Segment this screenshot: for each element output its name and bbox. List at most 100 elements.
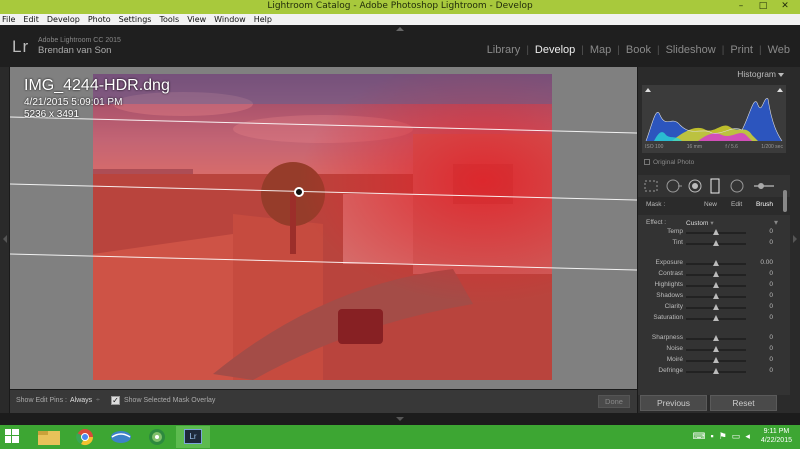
chrome-icon[interactable] [70, 427, 102, 447]
mask-overlay-checkbox[interactable]: ✓ [111, 396, 120, 405]
app-icon[interactable] [142, 427, 174, 447]
show-edit-pins-label: Show Edit Pins : [16, 397, 67, 404]
slider-value[interactable]: 0 [769, 239, 773, 246]
slider-value[interactable]: 0 [769, 228, 773, 235]
collapse-effect-icon[interactable]: ▾ [774, 218, 778, 227]
windows-start-icon[interactable] [4, 428, 36, 448]
slider-knob[interactable] [713, 346, 719, 352]
module-library[interactable]: Library [487, 44, 521, 56]
histogram-header[interactable]: Histogram [638, 67, 790, 83]
effect-section: Effect : Custom ▾ Temp 0 Tint 0 Exposure 0.00… [638, 215, 790, 395]
filmstrip-edge[interactable] [0, 413, 800, 425]
module-map[interactable]: Map [590, 44, 611, 56]
panel-scrollbar[interactable] [783, 190, 787, 212]
done-button[interactable]: Done [598, 395, 630, 408]
original-photo-checkbox[interactable] [644, 159, 650, 165]
module-book[interactable]: Book [626, 44, 651, 56]
spot-removal-tool-icon[interactable] [666, 179, 682, 193]
previous-reset-bar: Previous Reset [638, 395, 790, 413]
right-panel-edge[interactable] [790, 67, 800, 413]
mask-new-button[interactable]: New [704, 201, 717, 208]
image-canvas[interactable]: IMG_4244-HDR.dng 4/21/2015 5:09:01 PM 52… [10, 67, 637, 389]
expand-filmstrip-icon[interactable] [396, 417, 404, 421]
slider-knob[interactable] [713, 304, 719, 310]
file-explorer-icon[interactable] [34, 427, 66, 447]
menu-settings[interactable]: Settings [119, 15, 152, 24]
module-slideshow[interactable]: Slideshow [666, 44, 716, 56]
lightroom-taskbar-button[interactable]: Lr [176, 426, 210, 448]
slider-label: Moiré [666, 356, 683, 363]
collapse-top-panel-icon[interactable] [396, 27, 404, 31]
menu-view[interactable]: View [187, 15, 206, 24]
window-title-bar: Lightroom Catalog - Adobe Photoshop Ligh… [0, 0, 800, 14]
radial-filter-tool-icon[interactable] [730, 179, 744, 193]
original-photo-toggle[interactable]: Original Photo [644, 159, 694, 166]
histogram-graph[interactable] [642, 85, 786, 153]
reset-button[interactable]: Reset [710, 395, 777, 411]
slider-knob[interactable] [713, 315, 719, 321]
slider-knob[interactable] [713, 293, 719, 299]
slider-knob[interactable] [713, 368, 719, 374]
menu-tools[interactable]: Tools [159, 15, 179, 24]
slider-knob[interactable] [713, 271, 719, 277]
slider-value[interactable]: 0.00 [760, 259, 773, 266]
show-edit-pins-select[interactable]: Always [70, 397, 92, 404]
module-separator: | [581, 44, 584, 56]
slider-value[interactable]: 0 [769, 356, 773, 363]
slider-label: Temp [667, 228, 683, 235]
slider-row-contrast: Contrast 0 [638, 269, 790, 280]
menu-edit[interactable]: Edit [23, 15, 39, 24]
module-separator: | [617, 44, 620, 56]
flag-icon[interactable]: ⚑ [719, 431, 727, 442]
mask-edit-button[interactable]: Edit [731, 201, 742, 208]
menu-photo[interactable]: Photo [88, 15, 111, 24]
previous-button[interactable]: Previous [640, 395, 707, 411]
slider-knob[interactable] [713, 229, 719, 235]
slider-value[interactable]: 0 [769, 270, 773, 277]
slider-value[interactable]: 0 [769, 345, 773, 352]
collapse-right-panel-icon[interactable] [793, 235, 797, 243]
display-icon[interactable]: ▭ [732, 431, 741, 442]
slider-value[interactable]: 0 [769, 314, 773, 321]
slider-value[interactable]: 0 [769, 281, 773, 288]
menu-window[interactable]: Window [214, 15, 246, 24]
slider-knob[interactable] [713, 282, 719, 288]
slider-knob[interactable] [713, 357, 719, 363]
red-eye-tool-icon[interactable] [688, 179, 702, 193]
volume-icon[interactable]: ◂ [745, 431, 750, 442]
slider-knob[interactable] [713, 240, 719, 246]
slider-value[interactable]: 0 [769, 334, 773, 341]
shadow-clipping-icon[interactable] [645, 88, 651, 92]
filter-edit-pin[interactable] [294, 187, 304, 197]
module-web[interactable]: Web [768, 44, 790, 56]
network-icon[interactable]: ▪ [711, 431, 714, 441]
photo-dimensions: 5236 x 3491 [24, 109, 80, 120]
menu-help[interactable]: Help [254, 15, 272, 24]
slider-knob[interactable] [713, 335, 719, 341]
effect-preset-select[interactable]: Custom [686, 219, 714, 227]
aperture-value: f / 5.6 [725, 144, 738, 150]
crop-tool-icon[interactable] [644, 180, 658, 192]
module-print[interactable]: Print [730, 44, 753, 56]
menu-file[interactable]: File [2, 15, 15, 24]
graduated-filter-guides[interactable] [10, 67, 637, 389]
maximize-button[interactable]: □ [752, 0, 774, 13]
highlight-clipping-icon[interactable] [777, 88, 783, 92]
slider-value[interactable]: 0 [769, 292, 773, 299]
adjustment-brush-tool-icon[interactable] [752, 181, 776, 191]
keyboard-icon[interactable]: ⌨ [693, 431, 706, 442]
mask-brush-button[interactable]: Brush [756, 201, 773, 208]
graduated-filter-tool-icon[interactable] [710, 178, 720, 194]
menu-develop[interactable]: Develop [47, 15, 80, 24]
expand-left-panel-icon[interactable] [3, 235, 7, 243]
identity-plate: Lr Adobe Lightroom CC 2015 Brendan van S… [0, 25, 800, 67]
clock[interactable]: 9:11 PM 4/22/2015 [761, 427, 792, 445]
slider-knob[interactable] [713, 260, 719, 266]
browser-app-icon[interactable] [106, 427, 138, 447]
minimize-button[interactable]: – [730, 0, 752, 13]
close-button[interactable]: ✕ [774, 0, 796, 13]
module-develop[interactable]: Develop [535, 44, 575, 56]
left-panel-edge[interactable] [0, 67, 9, 413]
slider-value[interactable]: 0 [769, 367, 773, 374]
slider-value[interactable]: 0 [769, 303, 773, 310]
